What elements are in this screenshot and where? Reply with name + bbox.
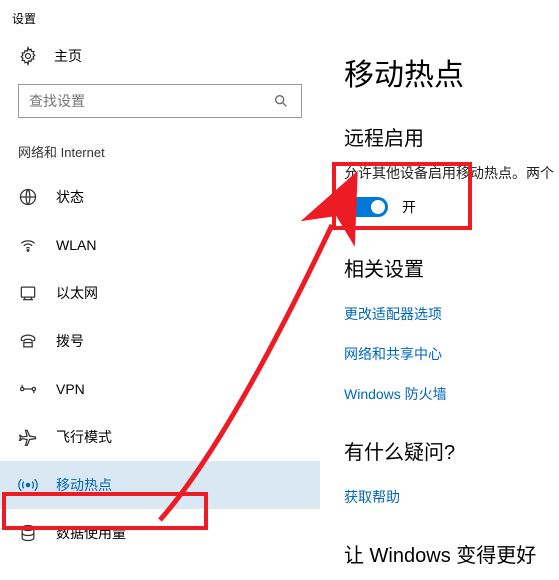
sidebar-item-label: 飞行模式 bbox=[56, 427, 112, 447]
sidebar-item-label: 以太网 bbox=[56, 283, 98, 303]
search-wrap bbox=[0, 84, 320, 136]
link-get-help[interactable]: 获取帮助 bbox=[344, 477, 559, 517]
sidebar-item-datausage[interactable]: 数据使用量 bbox=[0, 509, 320, 557]
link-firewall[interactable]: Windows 防火墙 bbox=[344, 374, 559, 414]
ethernet-icon bbox=[18, 283, 38, 303]
sidebar-item-wlan[interactable]: WLAN bbox=[0, 221, 320, 269]
sidebar-item-airplane[interactable]: 飞行模式 bbox=[0, 413, 320, 461]
dialup-icon bbox=[18, 331, 38, 351]
right-pane: 移动热点 远程启用 允许其他设备启用移动热点。两个 开 相关设置 更改适配器选项… bbox=[344, 34, 559, 580]
sidebar-item-vpn[interactable]: VPN bbox=[0, 365, 320, 413]
remote-toggle[interactable] bbox=[344, 197, 388, 217]
sidebar-item-label: 数据使用量 bbox=[56, 523, 126, 543]
home-label: 主页 bbox=[54, 46, 82, 66]
airplane-icon bbox=[18, 427, 38, 447]
sidebar-item-label: VPN bbox=[56, 381, 85, 397]
status-icon bbox=[18, 187, 38, 207]
remote-toggle-row: 开 bbox=[344, 193, 559, 225]
title-text: 设置 bbox=[12, 12, 36, 26]
remote-heading: 远程启用 bbox=[344, 122, 559, 163]
remote-description: 允许其他设备启用移动热点。两个 bbox=[344, 163, 559, 193]
window-title: 设置 bbox=[0, 0, 559, 31]
sidebar-item-dialup[interactable]: 拨号 bbox=[0, 317, 320, 365]
sidebar-item-hotspot[interactable]: 移动热点 bbox=[0, 461, 320, 509]
related-heading: 相关设置 bbox=[344, 253, 559, 294]
section-header: 网络和 Internet bbox=[0, 136, 320, 173]
page-title: 移动热点 bbox=[344, 34, 559, 122]
vpn-icon bbox=[18, 379, 38, 399]
home-button[interactable]: 主页 bbox=[0, 34, 320, 84]
toggle-state-label: 开 bbox=[402, 197, 416, 217]
search-box[interactable] bbox=[18, 84, 302, 118]
sidebar-item-ethernet[interactable]: 以太网 bbox=[0, 269, 320, 317]
sidebar-item-label: 移动热点 bbox=[56, 475, 112, 495]
wifi-icon bbox=[18, 235, 38, 255]
data-usage-icon bbox=[18, 523, 38, 543]
help-heading: 有什么疑问? bbox=[344, 436, 559, 477]
sidebar-item-status[interactable]: 状态 bbox=[0, 173, 320, 221]
search-icon bbox=[271, 91, 291, 111]
sidebar-item-label: WLAN bbox=[56, 237, 96, 253]
sidebar-item-label: 拨号 bbox=[56, 331, 84, 351]
left-pane: 主页 网络和 Internet 状态 WLAN 以太网 拨号 bbox=[0, 34, 320, 557]
link-adapter-options[interactable]: 更改适配器选项 bbox=[344, 294, 559, 334]
link-network-sharing[interactable]: 网络和共享中心 bbox=[344, 334, 559, 374]
search-input[interactable] bbox=[29, 93, 271, 109]
improve-heading: 让 Windows 变得更好 bbox=[344, 539, 559, 580]
gear-icon bbox=[18, 46, 38, 66]
sidebar-item-label: 状态 bbox=[56, 187, 84, 207]
hotspot-icon bbox=[18, 475, 38, 495]
